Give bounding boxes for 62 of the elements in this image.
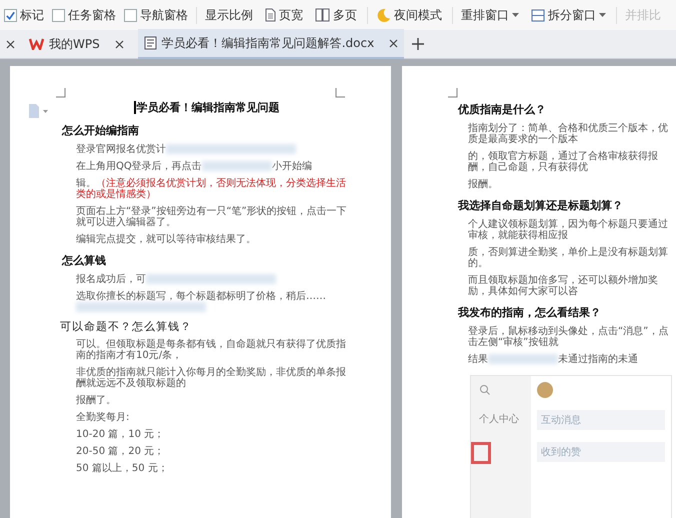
close-icon[interactable] <box>389 38 398 48</box>
body-text: 报酬。 <box>468 179 498 190</box>
avatar-icon <box>537 382 553 398</box>
checkbox-option[interactable]: 任务窗格 <box>52 6 116 24</box>
toolbar-button[interactable]: 拆分窗口 <box>529 6 608 24</box>
document-tab[interactable]: 学员必看！编辑指南常见问题解答.docx <box>138 29 404 59</box>
body-text: 的，领取官方标题，通过了合格审核获得报酬，自己命题，只有获得优 <box>468 151 658 173</box>
document-title: 学员必看！编辑指南常见问题 <box>136 100 280 115</box>
body-text: 10-20 篇，10 元； <box>76 429 164 440</box>
body-text: 结果 <box>468 354 488 365</box>
body-text: 非优质的指南就只能计入你每月的全勤奖励，非优质的单条报酬就远远不及领取标题的 <box>76 367 346 389</box>
close-icon[interactable] <box>6 40 15 48</box>
toolbar-button[interactable]: 页宽 <box>263 6 305 24</box>
checkbox-option[interactable]: 导航窗格 <box>124 6 188 24</box>
section-heading: 我发布的指南，怎么看结果？ <box>458 305 602 320</box>
body-text: 指南划分了：简单、合格和优质三个版本，优质是最高要求的一个版本 <box>468 123 668 145</box>
body-text: 报酬了。 <box>76 395 116 406</box>
toolbar-button[interactable]: 重排窗口 <box>452 6 521 24</box>
document-icon[interactable] <box>28 104 48 118</box>
body-text: 20-50 篇，20 元； <box>76 446 164 457</box>
crop-mark-icon <box>56 88 66 98</box>
w-logo-icon <box>29 38 44 50</box>
section-heading: 可以命题不？怎么算钱？ <box>60 319 193 334</box>
check-icon <box>5 10 16 20</box>
body-text: 登录后，鼠标移动到头像处，点击“消息”，点击左侧“审核”按钮就 <box>468 326 668 348</box>
moon-icon <box>376 8 391 22</box>
body-text: 选取你擅长的标题写，每个标题都标明了价格，稍后…… <box>76 291 326 302</box>
section-heading: 怎么开始编指南 <box>62 123 140 138</box>
body-text: 页面右上方“登录”按钮旁边有一只“笔”形状的按钮，点击一下就可以进入编辑器了。 <box>76 206 347 228</box>
body-text: 小开始编 <box>272 161 312 172</box>
body-text: 报名成功后，可 <box>76 274 146 285</box>
body-text: 编辑完点提交，就可以等待审核结果了。 <box>76 234 256 245</box>
new-tab-icon[interactable] <box>412 38 424 50</box>
section-heading: 我选择自命题划算还是标题划算？ <box>458 198 624 213</box>
body-text: 辑。（注意必须报名优赏计划，否则无法体现，分类选择生活类的或是情感类） <box>76 178 346 200</box>
section-heading: 怎么算钱 <box>62 253 107 268</box>
toolbar-button[interactable]: 多页 <box>313 6 359 24</box>
body-text: 在上角用QQ登录后，再点击 <box>76 161 202 172</box>
body-text: 全勤奖每月: <box>76 412 130 423</box>
body-text: 而且领取标题加倍多写，还可以额外增加奖励，具体如何大家可以咨 <box>468 275 658 297</box>
document-tab[interactable]: 我的WPS <box>23 30 130 58</box>
close-icon[interactable] <box>114 40 124 48</box>
search-icon <box>479 384 491 396</box>
page-icon <box>265 8 276 22</box>
checkbox-option[interactable]: 标记 <box>4 6 44 24</box>
crop-mark-icon <box>335 88 345 98</box>
pages-icon <box>315 8 330 22</box>
split-window-icon <box>531 8 545 22</box>
body-text: 个人建议领标题划算，因为每个标题只要通过审核，就能获得相应报 <box>468 219 668 241</box>
text-cursor <box>134 101 136 114</box>
section-heading: 优质指南是什么？ <box>458 102 547 117</box>
body-text: 质，否则算进全勤奖，单价上是没有标题划算的。 <box>468 247 668 269</box>
body-text: 未通过指南的未通 <box>558 354 638 365</box>
highlight-frame <box>471 442 491 464</box>
crop-mark-icon <box>448 88 458 98</box>
body-text: 登录官网报名优赏计 <box>76 144 166 155</box>
body-text: 50 篇以上，50 元； <box>76 463 168 474</box>
body-text: 可以。但领取标题是每条都有钱，自命题就只有获得了优质指南的指南才有10元/条， <box>76 339 346 361</box>
toolbar-button[interactable]: 夜间模式 <box>367 6 444 24</box>
toolbar-button[interactable]: 显示比例 <box>196 6 255 24</box>
document-icon <box>144 36 157 50</box>
menu-text: 个人中心 <box>479 412 520 426</box>
